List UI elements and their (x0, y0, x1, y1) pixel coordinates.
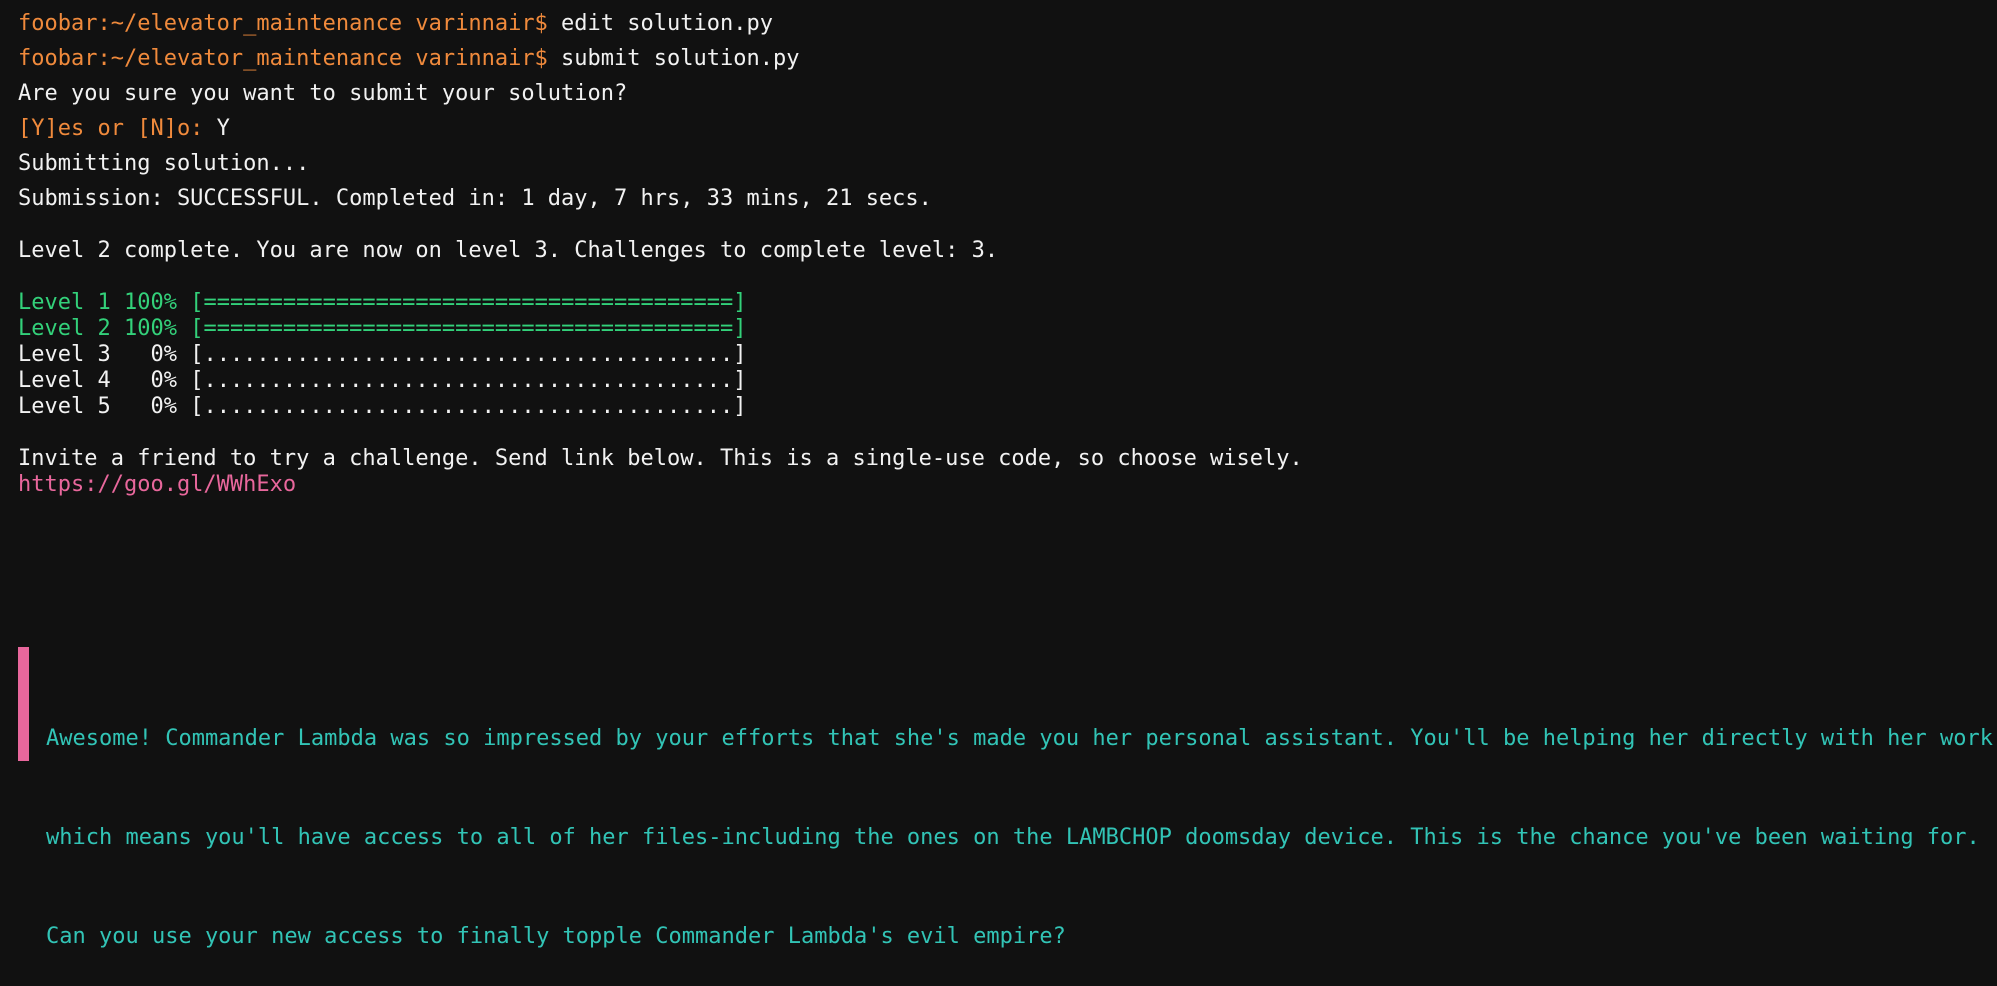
story-line: Awesome! Commander Lambda was so impress… (46, 726, 1997, 751)
submission-result: Submission: SUCCESSFUL. Completed in: 1 … (18, 186, 932, 211)
shell-prompt: foobar:~/elevator_maintenance varinnair$ (18, 11, 548, 36)
level-label: Level 3 0% (18, 342, 177, 367)
level-message: Level 2 complete. You are now on level 3… (18, 238, 999, 263)
level-label: Level 5 0% (18, 394, 177, 419)
command-text: edit solution.py (547, 11, 773, 36)
level-progress-row: Level 4 0% [............................… (18, 367, 747, 395)
invite-text: Invite a friend to try a challenge. Send… (18, 446, 1303, 471)
level-progress-row: Level 1 100% [==========================… (18, 289, 747, 317)
level-progress-bar: [=======================================… (190, 290, 747, 315)
level-progress-bar: [.......................................… (190, 394, 747, 419)
confirm-question: Are you sure you want to submit your sol… (18, 81, 628, 106)
level-progress-bar: [=======================================… (190, 316, 747, 341)
story-message: Awesome! Commander Lambda was so impress… (46, 656, 1997, 986)
command-line-submit: foobar:~/elevator_maintenance varinnair$… (18, 45, 799, 73)
command-line-edit: foobar:~/elevator_maintenance varinnair$… (18, 10, 773, 38)
level-progress-bar: [.......................................… (190, 368, 747, 393)
confirm-answer: Y (203, 116, 230, 141)
level-label: Level 2 100% (18, 316, 177, 341)
invite-link[interactable]: https://goo.gl/WWhExo (18, 471, 296, 499)
submitting-status: Submitting solution... (18, 151, 310, 176)
shell-prompt: foobar:~/elevator_maintenance varinnair$ (18, 46, 548, 71)
level-progress-row: Level 2 100% [==========================… (18, 315, 747, 343)
command-text: submit solution.py (547, 46, 800, 71)
level-label: Level 4 0% (18, 368, 177, 393)
story-quote-bar (18, 647, 29, 761)
confirm-line: [Y]es or [N]o: Y (18, 115, 230, 143)
level-progress-row: Level 5 0% [............................… (18, 393, 747, 421)
story-line: which means you'll have access to all of… (46, 825, 1980, 850)
confirm-prompt: [Y]es or [N]o: (18, 116, 204, 141)
level-label: Level 1 100% (18, 290, 177, 315)
level-progress-bar: [.......................................… (190, 342, 747, 367)
story-line: Can you use your new access to finally t… (46, 924, 1066, 949)
level-progress-row: Level 3 0% [............................… (18, 341, 747, 369)
